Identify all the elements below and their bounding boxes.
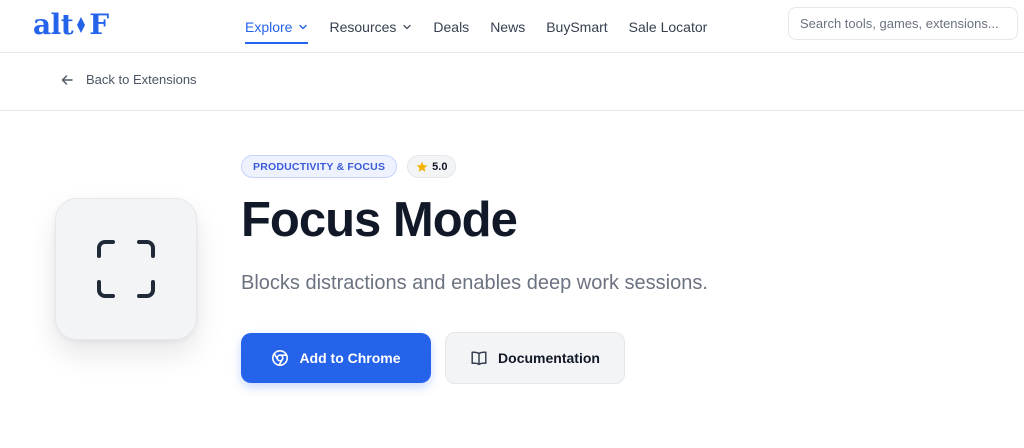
book-icon: [471, 351, 487, 366]
extension-badges: PRODUCTIVITY & FOCUS 5.0: [241, 155, 457, 178]
nav-item-sale-locator[interactable]: Sale Locator: [629, 0, 708, 53]
chevron-down-icon: [299, 24, 308, 29]
category-badge[interactable]: PRODUCTIVITY & FOCUS: [241, 155, 398, 178]
add-to-chrome-button[interactable]: Add to Chrome: [241, 333, 431, 383]
back-to-extensions-link[interactable]: Back to Extensions: [60, 72, 197, 87]
nav-item-deals[interactable]: Deals: [433, 0, 469, 53]
top-nav: alt F Explore Resources Deals News BuySm…: [0, 0, 1024, 53]
main-nav: Explore Resources Deals News BuySmart Sa…: [245, 0, 728, 53]
site-logo[interactable]: alt F: [33, 8, 109, 42]
chrome-icon: [272, 350, 289, 366]
nav-item-explore[interactable]: Explore: [245, 0, 309, 53]
nav-item-buysmart[interactable]: BuySmart: [546, 0, 607, 53]
search-box[interactable]: [788, 7, 1018, 40]
nav-item-label: BuySmart: [546, 18, 608, 35]
rating-badge: 5.0: [407, 155, 457, 178]
extension-description: Blocks distractions and enables deep wor…: [241, 272, 708, 294]
nav-item-resources[interactable]: Resources: [329, 0, 412, 53]
nav-item-label: Resources: [329, 18, 397, 35]
search-input[interactable]: [800, 16, 1006, 31]
nav-item-label: Sale Locator: [628, 18, 708, 35]
back-link-label: Back to Extensions: [86, 72, 197, 87]
breadcrumb: Back to Extensions: [0, 53, 1024, 111]
nav-item-label: Deals: [433, 18, 470, 35]
rating-value: 5.0: [432, 160, 448, 173]
extension-icon: [55, 198, 197, 340]
arrow-left-icon: [61, 74, 73, 85]
star-icon: [416, 161, 428, 172]
focus-frame-icon: [97, 240, 155, 298]
chevron-down-icon: [403, 24, 412, 29]
logo-text-right: F: [89, 8, 109, 41]
nav-item-label: News: [490, 18, 526, 35]
extension-title: Focus Mode: [241, 193, 518, 247]
nav-item-label: Explore: [245, 18, 293, 35]
logo-diamond-icon: [77, 17, 86, 33]
documentation-button[interactable]: Documentation: [445, 332, 625, 384]
logo-text-left: alt: [33, 8, 74, 41]
nav-item-news[interactable]: News: [490, 0, 525, 53]
add-to-chrome-label: Add to Chrome: [299, 350, 401, 366]
documentation-label: Documentation: [498, 350, 600, 366]
